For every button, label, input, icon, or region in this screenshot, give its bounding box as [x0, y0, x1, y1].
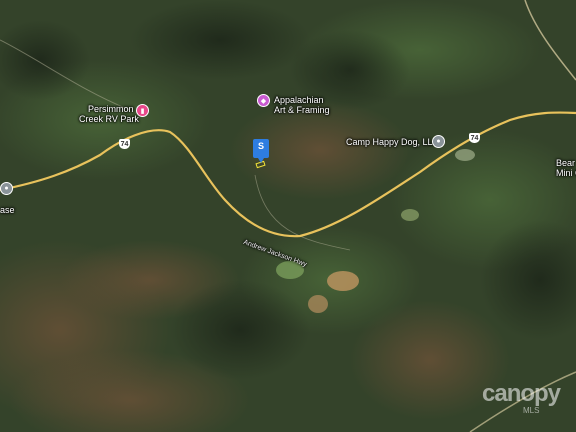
- place-icon[interactable]: ●: [0, 182, 13, 195]
- watermark-logo: canopy: [482, 380, 561, 407]
- place-icon[interactable]: ●: [432, 135, 445, 148]
- place-label-line: Art & Framing: [274, 105, 330, 115]
- satellite-map[interactable]: [0, 0, 576, 432]
- place-label-bear[interactable]: Bear Mini G: [556, 158, 576, 178]
- route-shield-icon: 74: [469, 133, 480, 143]
- place-label-appalachian[interactable]: Appalachian Art & Framing: [274, 95, 330, 115]
- route-shield-icon: 74: [119, 139, 130, 149]
- place-label-left[interactable]: ase: [0, 205, 15, 215]
- place-label-line: Appalachian: [274, 95, 324, 105]
- place-label-line: Persimmon: [88, 104, 134, 114]
- watermark-sub: MLS: [523, 406, 540, 415]
- place-label-line: Bear: [556, 158, 576, 168]
- place-label-line: Creek RV Park: [79, 114, 139, 124]
- place-label-persimmon[interactable]: Persimmon Creek RV Park: [79, 104, 139, 124]
- property-marker[interactable]: S: [253, 139, 269, 163]
- place-label-line: Mini G: [556, 168, 576, 178]
- shopping-icon[interactable]: ◆: [257, 94, 270, 107]
- place-label-camp-happy-dog[interactable]: Camp Happy Dog, LLC: [346, 137, 439, 147]
